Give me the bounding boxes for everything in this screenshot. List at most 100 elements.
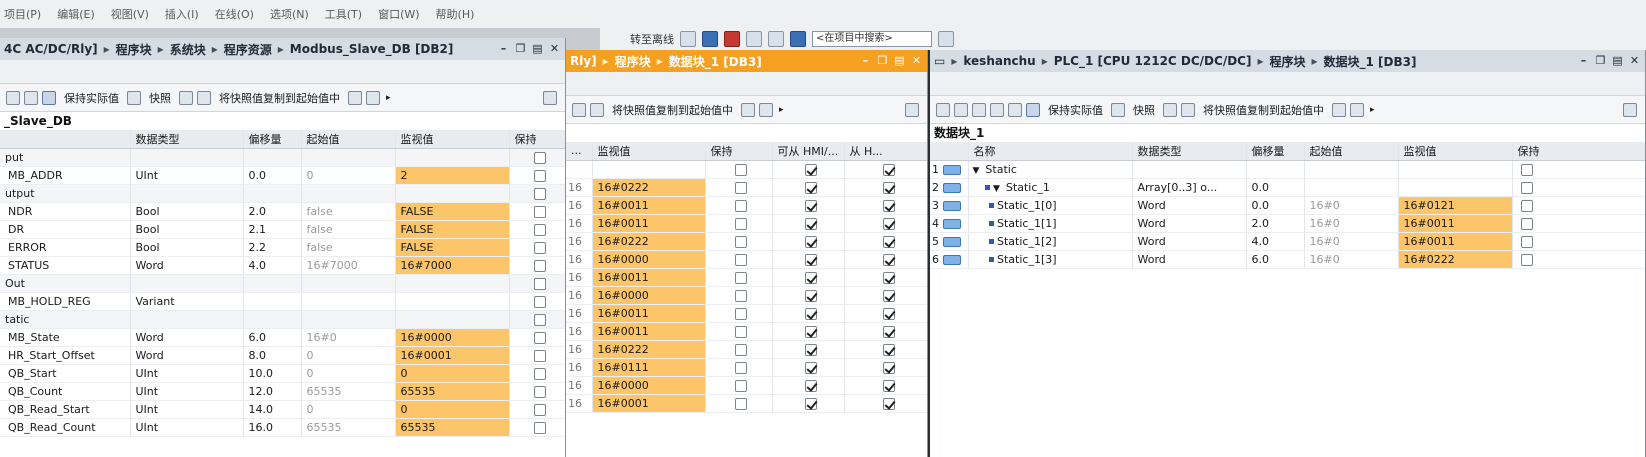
table-row[interactable]: NDR Bool 2.0 false FALSE	[0, 202, 565, 221]
reset-icon[interactable]	[759, 102, 773, 117]
data-type[interactable]: Word	[130, 328, 244, 347]
variable-name[interactable]: Out	[0, 274, 131, 293]
start-value[interactable]: 16#0	[1304, 214, 1399, 233]
retain-checkbox[interactable]	[534, 151, 546, 164]
table-row[interactable]: 16 16#0011	[566, 304, 927, 323]
table-row[interactable]: QB_Count UInt 12.0 65535 65535	[0, 382, 565, 401]
close-icon[interactable]	[746, 31, 762, 47]
table-row[interactable]: 6 Static_1[3] Word 6.0 16#0 16#0222	[930, 250, 1645, 269]
copy-snapshot-button[interactable]: 将快照值复制到起始值中	[612, 102, 733, 118]
start-value[interactable]	[301, 292, 396, 311]
menu-item-1[interactable]: 编辑(E)	[57, 6, 95, 22]
minimize-icon[interactable]: –	[1577, 53, 1590, 68]
table-row[interactable]: 3 Static_1[0] Word 0.0 16#0 16#0121	[930, 196, 1645, 215]
menu-item-3[interactable]: 插入(I)	[165, 6, 199, 22]
retain-checkbox[interactable]	[1520, 217, 1533, 230]
variable-name[interactable]: QB_Count	[0, 382, 131, 401]
hmi-checkbox[interactable]	[804, 235, 817, 248]
variable-name[interactable]: QB_Read_Count	[0, 418, 131, 437]
list-icon[interactable]	[24, 90, 38, 105]
keep-checkbox[interactable]	[735, 235, 747, 248]
retain-checkbox[interactable]	[1520, 235, 1533, 248]
table-row[interactable]: 16 16#0011	[566, 196, 927, 215]
fromh-checkbox[interactable]	[882, 361, 895, 374]
minimize-icon[interactable]: –	[497, 41, 510, 56]
start-value[interactable]: 65535	[301, 382, 396, 401]
column-header[interactable]: 起始值	[1304, 142, 1399, 161]
column-header[interactable]: 数据类型	[130, 130, 244, 149]
data-type[interactable]: Word	[130, 256, 244, 275]
breadcrumb-item[interactable]: 程序块	[116, 41, 152, 58]
name-cell[interactable]: Static_1[1]	[968, 214, 1133, 233]
panel-options-icon[interactable]	[1623, 102, 1637, 117]
breadcrumb-item[interactable]: 数据块_1 [DB3]	[669, 53, 762, 70]
start-value[interactable]	[1304, 178, 1399, 197]
panel-options-icon[interactable]	[543, 90, 557, 105]
data-type[interactable]: UInt	[130, 418, 244, 437]
cross-reference-icon[interactable]	[702, 31, 718, 47]
column-header[interactable]: 监视值	[592, 142, 706, 161]
table-row[interactable]: 1 ▼ Static	[930, 160, 1645, 179]
breadcrumb-item[interactable]: 数据块_1 [DB3]	[1324, 53, 1417, 70]
data-type[interactable]: Variant	[130, 292, 244, 311]
variable-name[interactable]: NDR	[0, 202, 131, 221]
table-row[interactable]: ERROR Bool 2.2 false FALSE	[0, 238, 565, 257]
fromh-checkbox[interactable]	[882, 289, 895, 302]
retain-checkbox[interactable]	[534, 349, 546, 362]
start-value[interactable]	[1304, 160, 1399, 179]
expand-arrow-icon[interactable]: ▼	[973, 166, 980, 176]
column-header[interactable]: 保持	[705, 142, 773, 161]
column-header[interactable]: 监视值	[1398, 142, 1513, 161]
reset-icon[interactable]	[1350, 102, 1364, 117]
column-header[interactable]	[0, 130, 131, 149]
retain-checkbox[interactable]	[534, 223, 546, 236]
more-tools-icon[interactable]: ▸	[779, 105, 784, 115]
table-row[interactable]: 16 16#0222	[566, 178, 927, 197]
close-icon[interactable]: ✕	[1628, 53, 1641, 68]
variable-name[interactable]: Static_1[1]	[997, 217, 1057, 230]
table-row[interactable]: 16 16#0000	[566, 376, 927, 395]
variable-name[interactable]: utput	[0, 184, 131, 203]
restore-icon[interactable]: ❐	[514, 41, 527, 56]
fromh-checkbox[interactable]	[882, 181, 895, 194]
variable-name[interactable]: tatic	[0, 310, 131, 329]
start-value[interactable]: false	[301, 220, 396, 239]
more-tools-icon[interactable]: ▸	[386, 93, 391, 103]
menu-item-7[interactable]: 窗口(W)	[378, 6, 419, 22]
menu-item-6[interactable]: 工具(T)	[325, 6, 362, 22]
save-snapshot-icon[interactable]	[127, 90, 141, 105]
fromh-checkbox[interactable]	[882, 343, 895, 356]
retain-checkbox[interactable]	[534, 169, 546, 182]
float-icon[interactable]: ▤	[1611, 53, 1624, 68]
variable-name[interactable]: MB_State	[0, 328, 131, 347]
retain-checkbox[interactable]	[534, 205, 546, 218]
keep-checkbox[interactable]	[735, 343, 747, 356]
stop-cpu-icon[interactable]	[724, 31, 740, 47]
hmi-checkbox[interactable]	[804, 325, 817, 338]
retain-checkbox[interactable]	[1520, 163, 1533, 176]
breadcrumb-item[interactable]: Rly]	[570, 54, 597, 68]
table-row[interactable]: DR Bool 2.1 false FALSE	[0, 220, 565, 239]
start-value[interactable]: 16#0	[1304, 250, 1399, 269]
variable-name[interactable]: QB_Read_Start	[0, 400, 131, 419]
table-row[interactable]: utput	[0, 184, 565, 203]
retain-checkbox[interactable]	[534, 259, 546, 272]
monitor-icon[interactable]	[42, 90, 56, 105]
variable-name[interactable]: Static_1[2]	[997, 235, 1057, 248]
name-cell[interactable]: ▼ Static_1	[968, 178, 1133, 197]
more-tools-icon[interactable]: ▸	[1370, 105, 1375, 115]
start-value[interactable]: 16#7000	[301, 256, 396, 275]
write-icon[interactable]	[1332, 102, 1346, 117]
table-row[interactable]: 16 16#0111	[566, 358, 927, 377]
insert-row-icon[interactable]	[954, 102, 968, 117]
restore-icon[interactable]: ❐	[876, 53, 889, 68]
column-header[interactable]: 保持	[1512, 142, 1645, 161]
start-value[interactable]: 16#0	[301, 328, 396, 347]
start-value[interactable]	[301, 148, 396, 167]
table-row[interactable]: 16 16#0011	[566, 214, 927, 233]
hmi-checkbox[interactable]	[804, 217, 817, 230]
fromh-checkbox[interactable]	[882, 379, 895, 392]
load-snapshot-icon[interactable]	[179, 90, 193, 105]
menu-item-4[interactable]: 在线(O)	[215, 6, 254, 22]
menu-item-2[interactable]: 视图(V)	[111, 6, 149, 22]
